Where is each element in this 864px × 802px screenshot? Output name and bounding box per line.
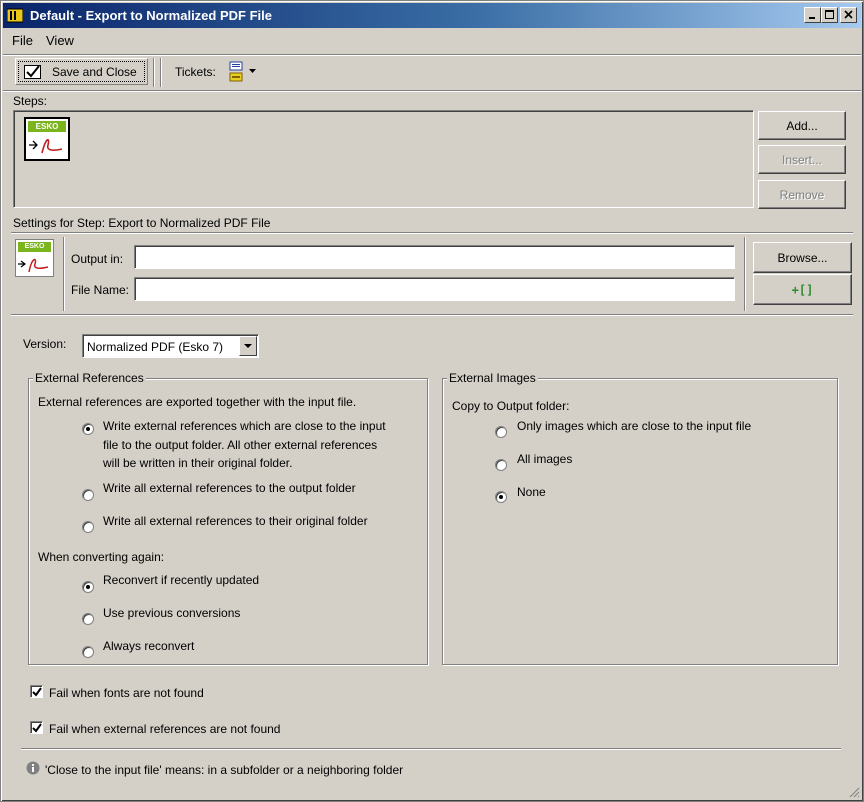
- window-title: Default - Export to Normalized PDF File: [30, 8, 272, 23]
- option-write-close-line-1: Write external references which are clos…: [103, 419, 386, 433]
- menu-file[interactable]: File: [12, 33, 33, 48]
- option-always-reconvert: Always reconvert: [103, 639, 195, 653]
- version-select[interactable]: Normalized PDF (Esko 7): [82, 334, 259, 358]
- toolbar-bottom-divider: [3, 90, 861, 92]
- maximize-button[interactable]: [821, 7, 838, 23]
- radio-always-reconvert[interactable]: [82, 646, 94, 658]
- option-all-images: All images: [517, 452, 573, 466]
- external-references-title: External References: [33, 371, 146, 385]
- version-label: Version:: [23, 337, 67, 351]
- radio-use-previous-conversions[interactable]: [82, 613, 94, 625]
- esko-badge: ESKO: [28, 121, 66, 132]
- chevron-down-icon: [249, 69, 256, 73]
- radio-only-close-images[interactable]: [495, 426, 507, 438]
- save-and-close-button[interactable]: Save and Close: [15, 58, 148, 85]
- tickets-label: Tickets:: [175, 65, 216, 79]
- option-use-previous-conversions: Use previous conversions: [103, 606, 241, 620]
- external-images-title: External Images: [447, 371, 538, 385]
- pdf-export-small-icon: [18, 258, 49, 273]
- save-and-close-label: Save and Close: [52, 65, 137, 79]
- save-check-icon: [24, 65, 41, 79]
- settings-browse-divider: [744, 237, 746, 311]
- fail-references-checkbox[interactable]: [30, 721, 43, 734]
- version-dropdown-button[interactable]: [239, 336, 257, 356]
- steps-list[interactable]: ESKO: [13, 110, 754, 208]
- info-icon: [26, 761, 40, 775]
- menu-view[interactable]: View: [46, 33, 74, 48]
- radio-write-close-references[interactable]: [82, 423, 94, 435]
- checkmark-icon: [32, 723, 42, 733]
- radio-write-all-to-output[interactable]: [82, 489, 94, 501]
- menu-divider: [3, 54, 861, 56]
- settings-title: Settings for Step: Export to Normalized …: [13, 216, 271, 230]
- file-name-field[interactable]: [134, 277, 735, 301]
- esko-badge-small: ESKO: [18, 242, 51, 252]
- toolbar-divider-2: [160, 58, 162, 87]
- radio-reconvert-if-updated[interactable]: [82, 581, 94, 593]
- tickets-dropdown[interactable]: [227, 60, 261, 84]
- radio-write-all-to-original[interactable]: [82, 521, 94, 533]
- fail-fonts-checkbox[interactable]: [30, 685, 43, 698]
- resize-grip-icon[interactable]: [848, 786, 860, 798]
- add-step-button[interactable]: Add...: [758, 111, 846, 140]
- steps-label: Steps:: [13, 94, 48, 108]
- add-token-button[interactable]: +[]: [753, 274, 852, 305]
- external-references-intro: External references are exported togethe…: [38, 395, 357, 409]
- close-icon: [844, 10, 853, 19]
- settings-icon-divider: [63, 237, 65, 311]
- maximize-icon: [825, 10, 834, 19]
- pdf-export-icon: [29, 138, 63, 154]
- fail-fonts-label[interactable]: Fail when fonts are not found: [49, 686, 204, 700]
- browse-button[interactable]: Browse...: [753, 242, 852, 273]
- option-write-all-to-original: Write all external references to their o…: [103, 514, 368, 528]
- radio-all-images[interactable]: [495, 459, 507, 471]
- insert-step-button[interactable]: Insert...: [758, 145, 846, 174]
- fail-references-label[interactable]: Fail when external references are not fo…: [49, 722, 280, 736]
- minimize-icon: [809, 17, 815, 19]
- dialog-window: Default - Export to Normalized PDF File …: [0, 0, 864, 802]
- close-button[interactable]: [840, 7, 857, 23]
- title-bar[interactable]: Default - Export to Normalized PDF File: [3, 3, 861, 28]
- settings-bottom-divider: [11, 314, 853, 316]
- step-export-normalized-pdf[interactable]: ESKO: [24, 117, 70, 161]
- external-images-intro: Copy to Output folder:: [452, 399, 570, 413]
- remove-step-button[interactable]: Remove: [758, 180, 846, 209]
- option-write-close-line-3: will be written in their original folder…: [103, 456, 293, 470]
- settings-step-icon: ESKO: [15, 239, 54, 277]
- converting-again-label: When converting again:: [38, 550, 165, 564]
- info-divider: [21, 748, 841, 750]
- file-name-label: File Name:: [71, 283, 130, 297]
- info-text: 'Close to the input file' means: in a su…: [45, 763, 404, 777]
- chevron-down-icon: [244, 344, 252, 348]
- output-in-field[interactable]: [134, 245, 735, 269]
- option-no-images: None: [517, 485, 546, 499]
- output-in-label: Output in:: [71, 252, 124, 266]
- radio-no-images[interactable]: [495, 491, 507, 503]
- option-only-close-images: Only images which are close to the input…: [517, 419, 752, 433]
- checkmark-icon: [32, 687, 42, 697]
- version-selected-value: Normalized PDF (Esko 7): [87, 340, 224, 354]
- ticket-icon: [229, 61, 243, 82]
- option-write-close-line-2: file to the output folder. All other ext…: [103, 438, 378, 452]
- minimize-button[interactable]: [804, 7, 821, 23]
- menu-bar: File View: [3, 29, 861, 51]
- app-icon: [7, 8, 23, 23]
- option-reconvert-if-updated: Reconvert if recently updated: [103, 573, 260, 587]
- option-write-all-to-output: Write all external references to the out…: [103, 481, 356, 495]
- settings-divider: [11, 232, 853, 234]
- toolbar-divider-1: [153, 58, 155, 87]
